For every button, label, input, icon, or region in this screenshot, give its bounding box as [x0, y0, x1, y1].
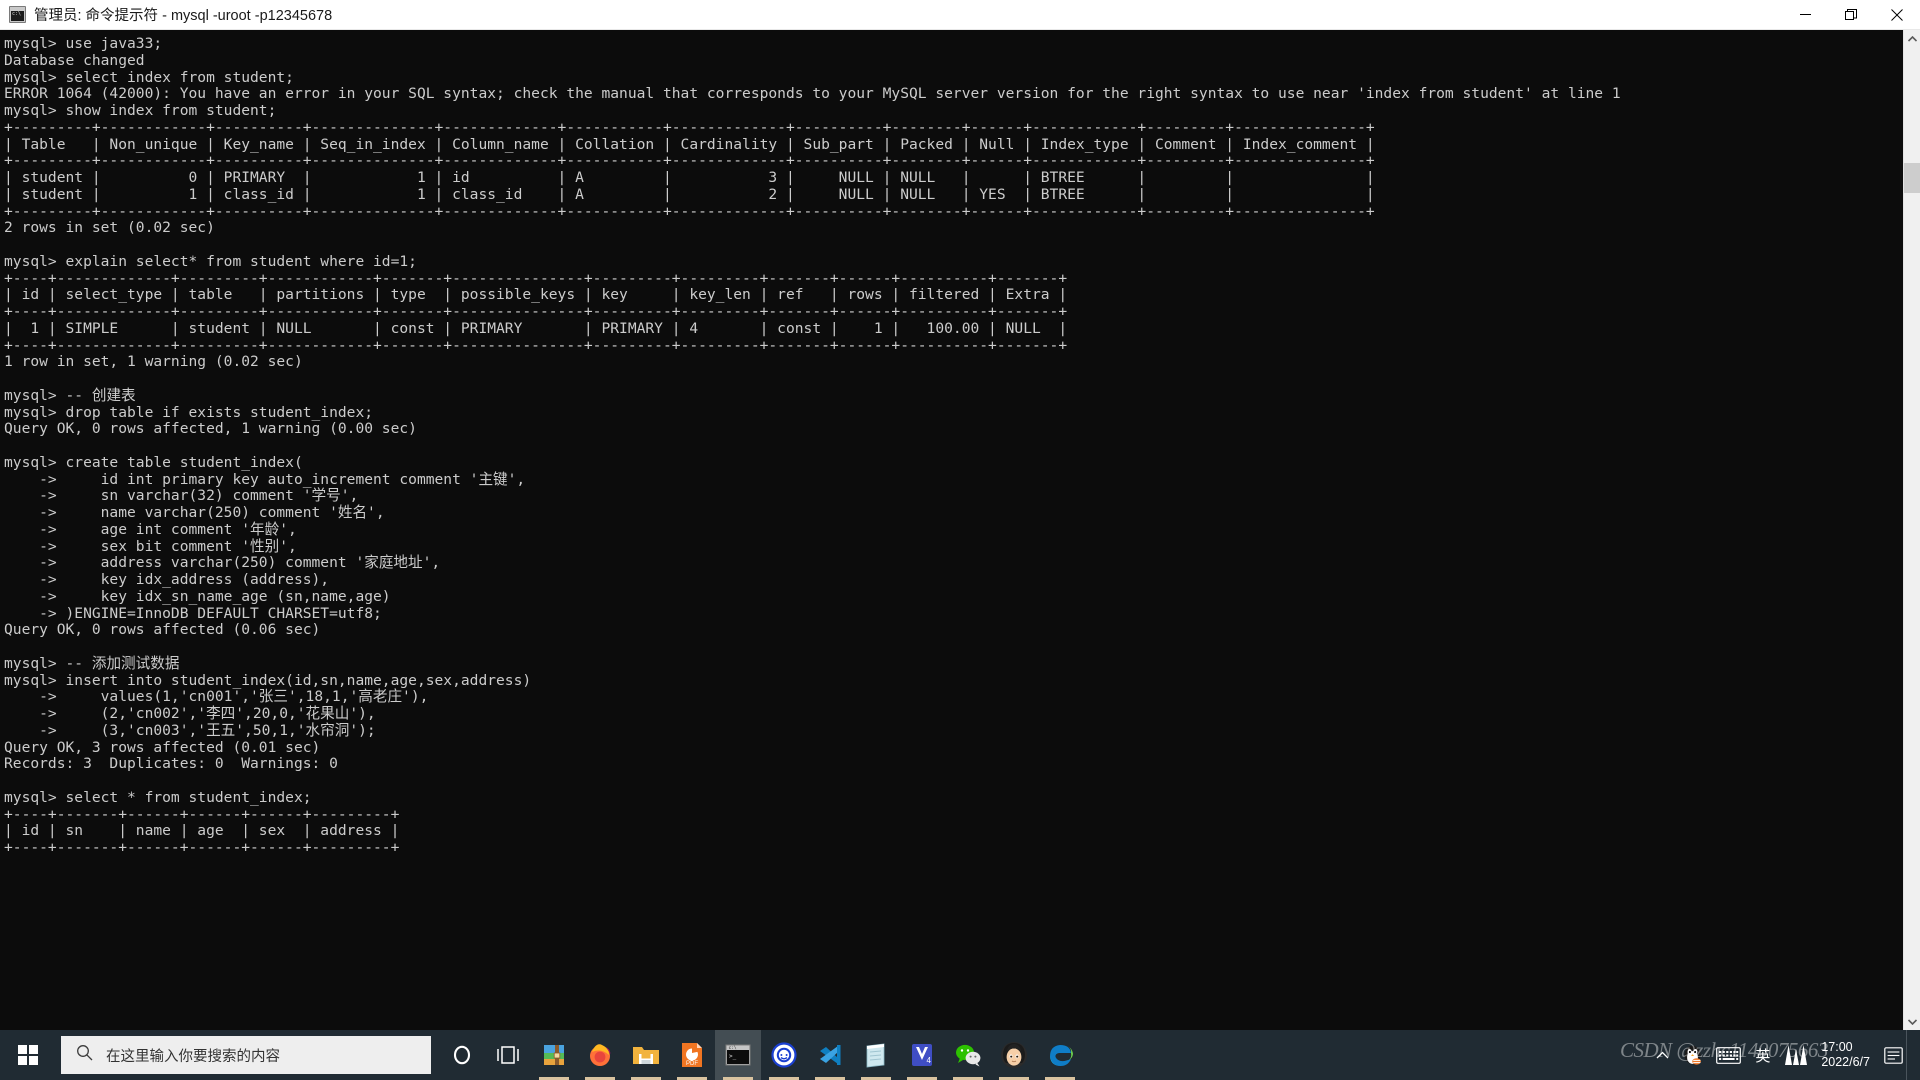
chevron-up-icon	[1656, 1051, 1669, 1059]
taskbar-item-netease-music[interactable]	[761, 1030, 807, 1080]
taskbar-item-qq[interactable]	[991, 1030, 1037, 1080]
taskbar-item-edge[interactable]	[1037, 1030, 1083, 1080]
search-placeholder: 在这里输入你要搜索的内容	[106, 1048, 280, 1065]
vscode-icon	[820, 1045, 841, 1065]
window-controls	[1782, 0, 1920, 30]
show-desktop-button[interactable]	[1906, 1030, 1914, 1080]
window-title: 管理员: 命令提示符 - mysql -uroot -p12345678	[34, 8, 333, 24]
edge-icon	[1049, 1044, 1073, 1066]
command-prompt-icon: c:\ >_	[725, 1044, 751, 1066]
navicat-icon: 4	[912, 1044, 932, 1066]
wechat-icon	[956, 1044, 981, 1067]
titlebar-left: 管理员: 命令提示符 - mysql -uroot -p12345678	[0, 4, 332, 25]
search-icon	[76, 1044, 93, 1066]
taskbar-item-firefox[interactable]	[577, 1030, 623, 1080]
system-tray: 英 17:00 2022/6/7	[1649, 1030, 1920, 1080]
scroll-down-arrow-icon[interactable]	[1904, 1013, 1920, 1030]
taskbar-item-notepad[interactable]	[853, 1030, 899, 1080]
minimize-button[interactable]	[1782, 0, 1828, 30]
terminal-text: mysql> use java33; Database changed mysq…	[4, 35, 1621, 856]
taskbar-item-command-prompt[interactable]: c:\ >_	[715, 1030, 761, 1080]
file-explorer-icon	[633, 1047, 659, 1064]
svg-text:PDF: PDF	[686, 1061, 698, 1067]
taskbar-item-winrar[interactable]	[531, 1030, 577, 1080]
windows-logo-icon	[17, 1044, 39, 1066]
windows-taskbar: 在这里输入你要搜索的内容 PDF c:\ >_ 4 英 17:00 2022/6…	[0, 1030, 1920, 1080]
window-titlebar[interactable]: 管理员: 命令提示符 - mysql -uroot -p12345678	[0, 0, 1920, 30]
svg-text:>_: >_	[729, 1053, 737, 1060]
taskbar-clock[interactable]: 17:00 2022/6/7	[1815, 1030, 1880, 1080]
music-bars-icon	[1785, 1045, 1808, 1065]
notepad-icon	[866, 1043, 885, 1068]
vertical-scrollbar[interactable]	[1903, 30, 1920, 1030]
taskbar-item-cortana[interactable]	[439, 1030, 485, 1080]
keyboard-icon	[1716, 1046, 1742, 1064]
taskbar-items: PDF c:\ >_ 4	[439, 1030, 1083, 1080]
taskbar-item-wechat[interactable]	[945, 1030, 991, 1080]
clock-date: 2022/6/7	[1821, 1055, 1870, 1069]
qq-penguin-icon	[1684, 1045, 1702, 1065]
notification-icon	[1883, 1046, 1903, 1064]
tray-item-ime[interactable]: 英	[1748, 1030, 1777, 1080]
cortana-icon	[453, 1045, 471, 1065]
close-button[interactable]	[1874, 0, 1920, 30]
taskbar-item-navicat[interactable]: 4	[899, 1030, 945, 1080]
qq-avatar-icon	[1001, 1042, 1027, 1068]
tray-overflow-button[interactable]	[1649, 1030, 1676, 1080]
notification-center-button[interactable]	[1880, 1030, 1906, 1080]
netease-music-icon	[771, 1042, 797, 1068]
command-prompt-icon	[9, 6, 26, 23]
task-view-icon	[497, 1046, 519, 1064]
winrar-icon	[544, 1045, 564, 1065]
taskbar-item-pdf-reader[interactable]: PDF	[669, 1030, 715, 1080]
taskbar-item-vscode[interactable]	[807, 1030, 853, 1080]
taskbar-item-task-view[interactable]	[485, 1030, 531, 1080]
console-area: mysql> use java33; Database changed mysq…	[0, 30, 1920, 1030]
command-prompt-window: 管理员: 命令提示符 - mysql -uroot -p12345678	[0, 0, 1920, 1030]
tray-item-qq[interactable]	[1676, 1030, 1709, 1080]
scrollbar-thumb[interactable]	[1904, 163, 1920, 193]
clock-time: 17:00	[1821, 1040, 1853, 1054]
restore-button[interactable]	[1828, 0, 1874, 30]
tray-item-touch-keyboard[interactable]	[1709, 1030, 1748, 1080]
svg-text:c:\: c:\	[729, 1045, 737, 1051]
pdf-reader-icon: PDF	[682, 1043, 702, 1067]
console-output-region[interactable]: mysql> use java33; Database changed mysq…	[0, 30, 1903, 1030]
tray-item-music[interactable]	[1777, 1030, 1815, 1080]
taskbar-item-file-explorer[interactable]	[623, 1030, 669, 1080]
scroll-up-arrow-icon[interactable]	[1904, 30, 1920, 47]
svg-text:4: 4	[927, 1056, 932, 1065]
taskbar-search-input[interactable]: 在这里输入你要搜索的内容	[61, 1036, 431, 1074]
start-button[interactable]	[0, 1030, 56, 1080]
firefox-icon	[590, 1044, 611, 1066]
